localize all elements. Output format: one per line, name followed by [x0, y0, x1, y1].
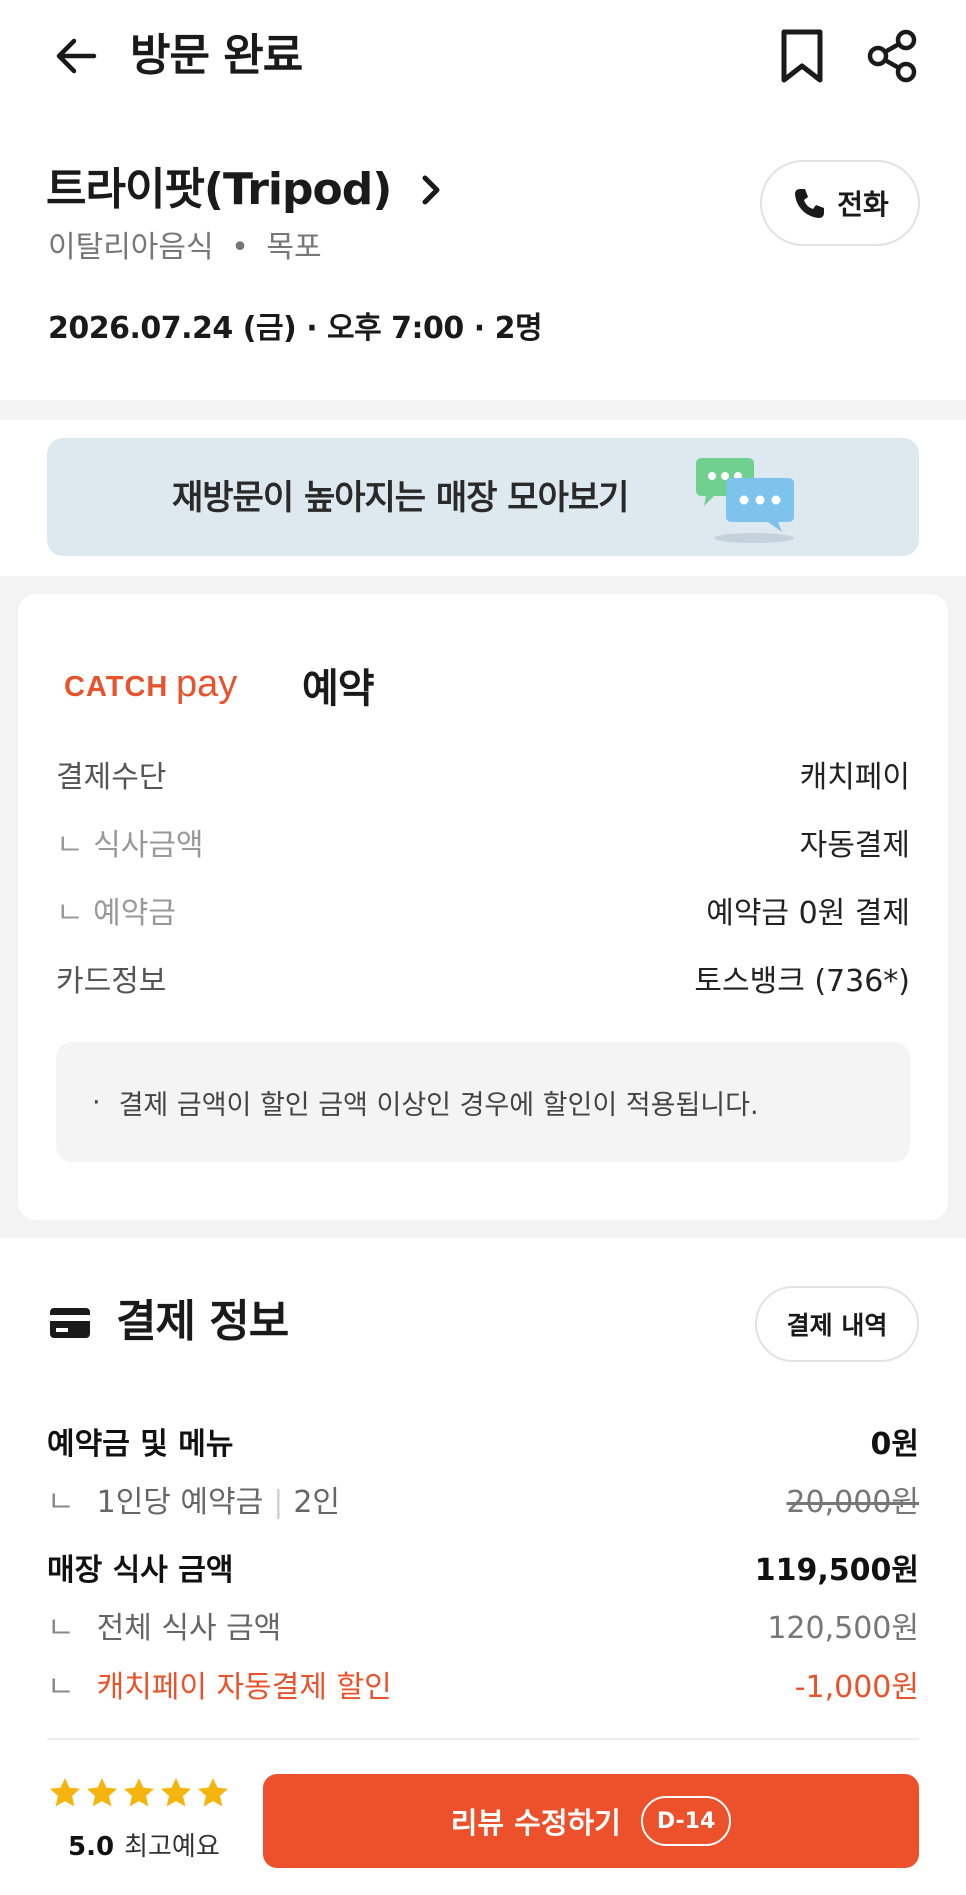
- catchpay-label: 예약: [302, 666, 375, 712]
- back-arrow-icon[interactable]: [48, 28, 104, 84]
- row-label: ㄴ 전체 식사 금액: [47, 1603, 281, 1647]
- bottom-divider: [47, 1738, 919, 1740]
- star-icon: [87, 1778, 117, 1807]
- sub-hook: ㄴ: [47, 1611, 75, 1646]
- person-count: 2인: [293, 1485, 341, 1520]
- review-button-label: 리뷰 수정하기: [450, 1806, 621, 1840]
- row-value: 119,500원: [754, 1553, 919, 1588]
- store-name-link[interactable]: 트라이팟(Tripod): [46, 160, 451, 220]
- catchpay-header: CATCH pay 예약: [64, 656, 375, 714]
- card-info-row: 카드정보 토스뱅크 (736*): [56, 956, 910, 1000]
- credit-card-icon: [50, 1308, 90, 1338]
- store-subtitle: 이탈리아음식 • 목포: [48, 228, 322, 268]
- catchpay-card: CATCH pay 예약 결제수단 캐치페이 ㄴ 식사금액 자동결제 ㄴ 예약금…: [18, 594, 948, 1220]
- payment-history-button[interactable]: 결제 내역: [755, 1286, 919, 1362]
- star-icon: [198, 1778, 228, 1807]
- autopay-discount-row: ㄴ 캐치페이 자동결제 할인 -1,000원: [47, 1662, 919, 1706]
- section-divider: [0, 400, 966, 420]
- sub-hook: ㄴ: [47, 1485, 75, 1520]
- notice-bullet: ·: [92, 1086, 101, 1118]
- dday-badge: D-14: [640, 1796, 732, 1846]
- discount-notice: · 결제 금액이 할인 금액 이상인 경우에 할인이 적용됩니다.: [56, 1042, 910, 1162]
- sub-hook: ㄴ: [47, 1670, 75, 1705]
- row-label: ㄴ 1인당 예약금 | 2인: [47, 1477, 340, 1521]
- row-value: -1,000원: [794, 1670, 919, 1705]
- payment-info-title: 결제 정보: [116, 1296, 289, 1347]
- star-icon: [50, 1778, 80, 1807]
- rating-summary: 5.0 최고예요: [68, 1826, 220, 1863]
- separator: |: [273, 1485, 284, 1520]
- phone-icon: [795, 189, 825, 218]
- payment-method-row: 결제수단 캐치페이: [56, 752, 910, 796]
- app-header: 방문 완료: [0, 0, 966, 110]
- share-icon[interactable]: [862, 26, 922, 86]
- store-name: 트라이팟(Tripod): [46, 164, 392, 215]
- per-person-deposit-row: ㄴ 1인당 예약금 | 2인 20,000원: [47, 1477, 919, 1521]
- deposit-row: ㄴ 예약금 예약금 0원 결제: [56, 888, 910, 932]
- row-label: 예약금 및 메뉴: [47, 1427, 234, 1462]
- row-value: 자동결제: [799, 828, 910, 863]
- edit-review-button[interactable]: 리뷰 수정하기 D-14: [263, 1774, 919, 1868]
- reservation-datetime: 2026.07.24 (금) · 오후 7:00 · 2명: [48, 311, 543, 346]
- meal-amount-row: ㄴ 식사금액 자동결제: [56, 820, 910, 864]
- row-value: 120,500원: [767, 1611, 919, 1646]
- row-label: 카드정보: [56, 964, 167, 999]
- row-label: ㄴ 예약금: [56, 896, 176, 931]
- row-value: 20,000원: [786, 1485, 919, 1520]
- chevron-right-icon: [422, 175, 440, 205]
- subtitle-separator: •: [231, 230, 249, 265]
- discount-label: 캐치페이 자동결제 할인: [96, 1670, 392, 1705]
- banner-text: 재방문이 높아지는 매장 모아보기: [172, 478, 629, 518]
- deposit-menu-row: 예약금 및 메뉴 0원: [47, 1419, 919, 1463]
- rating-text: 최고예요: [124, 1832, 220, 1862]
- rating-score: 5.0: [68, 1832, 115, 1862]
- row-label: ㄴ 식사금액: [56, 828, 204, 863]
- total-label: 전체 식사 금액: [96, 1611, 282, 1646]
- total-dining-row: ㄴ 전체 식사 금액 120,500원: [47, 1603, 919, 1647]
- store-category: 이탈리아음식: [48, 230, 214, 265]
- star-rating: [48, 1776, 233, 1810]
- per-person-label: 1인당 예약금: [96, 1485, 264, 1520]
- catchpay-logo: CATCH pay: [64, 663, 237, 705]
- page-title: 방문 완료: [130, 30, 303, 81]
- svg-text:pay: pay: [176, 663, 237, 705]
- call-label: 전화: [837, 188, 889, 221]
- call-button[interactable]: 전화: [760, 160, 920, 246]
- svg-text:CATCH: CATCH: [64, 671, 168, 703]
- row-value: 토스뱅크 (736*): [694, 964, 910, 999]
- row-label: 매장 식사 금액: [47, 1553, 234, 1588]
- star-icon: [124, 1778, 154, 1807]
- notice-text: 결제 금액이 할인 금액 이상인 경우에 할인이 적용됩니다.: [118, 1089, 759, 1121]
- star-icon: [161, 1778, 191, 1807]
- chat-bubbles-icon: [696, 458, 794, 543]
- bookmark-icon[interactable]: [772, 26, 832, 86]
- store-location: 목포: [266, 230, 322, 265]
- row-label: ㄴ 캐치페이 자동결제 할인: [47, 1662, 392, 1706]
- row-label: 결제수단: [56, 760, 167, 795]
- dining-amount-row: 매장 식사 금액 119,500원: [47, 1545, 919, 1589]
- bottom-action-bar: 5.0 최고예요 리뷰 수정하기 D-14: [0, 1742, 966, 1895]
- row-value: 0원: [870, 1427, 919, 1462]
- row-value: 예약금 0원 결제: [706, 896, 910, 931]
- revisit-banner[interactable]: 재방문이 높아지는 매장 모아보기: [47, 438, 919, 556]
- row-value: 캐치페이: [799, 760, 910, 795]
